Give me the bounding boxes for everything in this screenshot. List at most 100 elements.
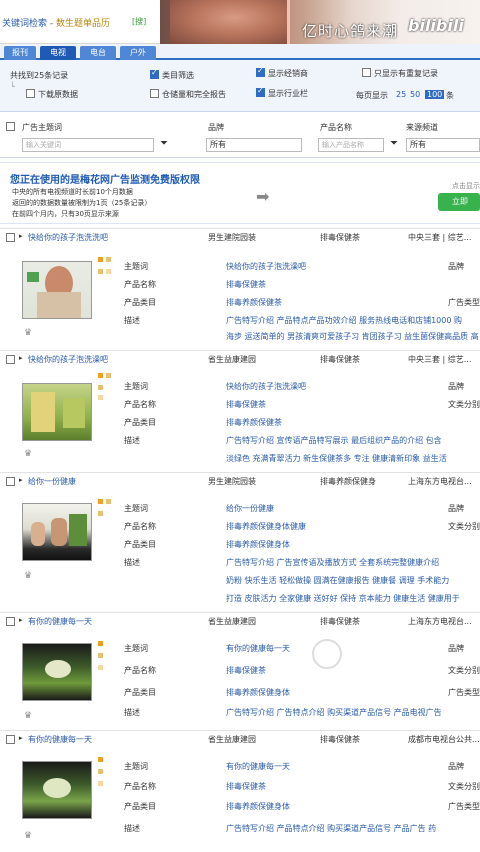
record-brand: 男生建院园装 — [208, 233, 256, 242]
category-filter-checkbox[interactable] — [150, 68, 159, 79]
record-brand: 省生益康建园 — [208, 355, 256, 364]
value-keyword[interactable]: 快给你的孩子泡洗澡吧 — [226, 381, 306, 392]
favorite-icon[interactable]: ♛ — [24, 571, 32, 581]
tab-tv[interactable]: 电视 — [40, 46, 76, 60]
record-header: ▸ 快给你的孩子泡洗澡吧 省生益康建园 排毒保健茶 中央三套 | 综艺... — [0, 351, 480, 367]
free-version-notice: 您正在使用的是梅花网广告监测免费版权限 中央的所有电视频道时长前10个月数据 返… — [0, 162, 480, 224]
value-desc-tags: 奶粉 快乐生活 轻松做操 圆满在健康报告 健康餐 调理 手术能力 — [226, 576, 450, 585]
page-size-50[interactable]: 50 — [410, 90, 420, 99]
product-input[interactable]: 输入产品名称 — [318, 138, 384, 152]
column-source: 来源频道 — [406, 123, 438, 132]
value-desc: 广告特写介绍 产品特点介绍 购买渠道产品信号 产品广告 药 — [226, 824, 437, 833]
product-filter-icon[interactable]: ⏷ — [390, 138, 398, 149]
ad-thumbnail[interactable] — [22, 643, 92, 701]
record-checkbox[interactable] — [6, 355, 15, 364]
loading-spinner-icon — [312, 639, 342, 669]
breadcrumb-keyword-search[interactable]: 关键词检索 — [2, 19, 47, 29]
record-title[interactable]: 给你一份健康 — [28, 476, 76, 487]
keyword-input[interactable]: 输入关键词 — [22, 138, 154, 152]
upgrade-button[interactable]: 立即 — [438, 193, 480, 211]
record-title[interactable]: 快给你的孩子泡洗洗吧 — [28, 232, 108, 243]
favorite-icon[interactable]: ♛ — [24, 328, 32, 338]
tab-radio[interactable]: 电台 — [80, 46, 116, 60]
favorite-icon[interactable]: ♛ — [24, 831, 32, 841]
tag-icon — [98, 641, 103, 646]
video-caption: 亿时心鸽来潮 — [302, 22, 399, 40]
ad-thumbnail[interactable] — [22, 503, 92, 561]
label-product: 产品名称 — [124, 400, 156, 409]
record-header: ▸ 给你一份健康 男生建院园装 排毒养颜保健身 上海东方电视台... — [0, 473, 480, 489]
record-product: 排毒保健茶 — [320, 617, 360, 626]
favorite-icon[interactable]: ♛ — [24, 711, 32, 721]
value-desc: 广告特写介绍 广告特点介绍 购买渠道产品信号 产品电视广告 — [226, 708, 442, 717]
tag-icon — [98, 653, 103, 658]
notice-line: 返回的的数据数量被限制为1页（25条记录） — [12, 199, 152, 207]
breadcrumb-separator: - — [47, 19, 56, 29]
value-keyword[interactable]: 给你一份健康 — [226, 503, 274, 514]
label-ad-type: 广告类型 — [448, 802, 480, 811]
source-select[interactable]: 所有 — [406, 138, 480, 152]
expand-icon[interactable]: ▸ — [19, 616, 23, 624]
value-product[interactable]: 排毒养颜保健身体健康 — [226, 521, 306, 532]
column-header: 广告主题词 输入关键词 ⏷ 品牌 所有 产品名称 输入产品名称 ⏷ 来源频道 所… — [0, 114, 480, 158]
show-industry-label: 显示行业栏 — [268, 89, 308, 98]
show-industry-checkbox[interactable] — [256, 86, 265, 97]
value-category[interactable]: 排毒养颜保健茶 — [226, 297, 282, 308]
page-size-25[interactable]: 25 — [396, 90, 406, 99]
ad-thumbnail[interactable] — [22, 261, 92, 319]
value-keyword[interactable]: 有你的健康每一天 — [226, 761, 290, 772]
value-product[interactable]: 排毒保健茶 — [226, 279, 266, 290]
expand-icon[interactable]: ▸ — [19, 354, 23, 362]
label-keyword: 主题词 — [124, 762, 148, 771]
value-category[interactable]: 排毒养颜保健身体 — [226, 539, 290, 550]
value-category[interactable]: 排毒养颜保健身体 — [226, 687, 290, 698]
search-badge[interactable]: [搜] — [132, 16, 146, 27]
label-desc: 描述 — [124, 436, 140, 445]
record-checkbox[interactable] — [6, 617, 15, 626]
value-keyword[interactable]: 快给你的孩子泡洗澡吧 — [226, 261, 306, 272]
record-title[interactable]: 有你的健康每一天 — [28, 616, 92, 627]
show-duplicates-checkbox[interactable] — [362, 68, 371, 77]
label-keyword: 主题词 — [124, 504, 148, 513]
label-product: 产品名称 — [124, 666, 156, 675]
ad-thumbnail[interactable] — [22, 761, 92, 819]
ad-thumbnail[interactable] — [22, 383, 92, 441]
value-product[interactable]: 排毒保健茶 — [226, 399, 266, 410]
brand-select[interactable]: 所有 — [206, 138, 302, 152]
label-category: 产品类目 — [124, 802, 156, 811]
value-category[interactable]: 排毒养颜保健身体 — [226, 801, 290, 812]
record-title[interactable]: 有你的健康每一天 — [28, 734, 92, 745]
download-raw-data-link[interactable]: 下载原数据 — [38, 89, 78, 100]
favorite-icon[interactable]: ♛ — [24, 449, 32, 459]
label-desc: 描述 — [124, 558, 140, 567]
page-size-100[interactable]: 100 — [425, 90, 445, 99]
tab-newspaper[interactable]: 报刊 — [4, 46, 36, 60]
list-item: ▸ 给你一份健康 男生建院园装 排毒养颜保健身 上海东方电视台... ♛ 主题词… — [0, 472, 480, 608]
record-product: 排毒保健茶 — [320, 233, 360, 242]
tag-icon — [106, 269, 111, 274]
label-brand: 品牌 — [448, 762, 464, 771]
filter-panel: 共找到25条记录 类目筛选 显示经销商 只显示有重复记录 └ 下载原数据 仓储量… — [0, 60, 480, 112]
keyword-filter-icon[interactable]: ⏷ — [160, 138, 168, 149]
value-keyword[interactable]: 有你的健康每一天 — [226, 643, 290, 654]
show-dealer-checkbox[interactable] — [256, 66, 265, 77]
tab-outdoor[interactable]: 户外 — [120, 46, 156, 60]
record-channel: 中央三套 | 综艺... — [408, 233, 472, 242]
expand-icon[interactable]: ▸ — [19, 476, 23, 484]
value-product[interactable]: 排毒保健茶 — [226, 665, 266, 676]
record-checkbox[interactable] — [6, 477, 15, 486]
record-title[interactable]: 快给你的孩子泡洗澡吧 — [28, 354, 108, 365]
record-checkbox[interactable] — [6, 735, 15, 744]
tag-icon — [98, 781, 103, 786]
notice-title: 您正在使用的是梅花网广告监测免费版权限 — [10, 175, 200, 186]
record-checkbox[interactable] — [6, 233, 15, 242]
tag-icon — [98, 269, 103, 274]
expand-icon[interactable]: ▸ — [19, 232, 23, 240]
report-checkbox[interactable] — [150, 89, 159, 98]
label-keyword: 主题词 — [124, 262, 148, 271]
expand-icon[interactable]: ▸ — [19, 734, 23, 742]
select-all-checkbox[interactable] — [6, 122, 15, 131]
bilibili-logo: bilibili — [408, 16, 464, 35]
value-category[interactable]: 排毒养颜保健茶 — [226, 417, 282, 428]
value-product[interactable]: 排毒保健茶 — [226, 781, 266, 792]
